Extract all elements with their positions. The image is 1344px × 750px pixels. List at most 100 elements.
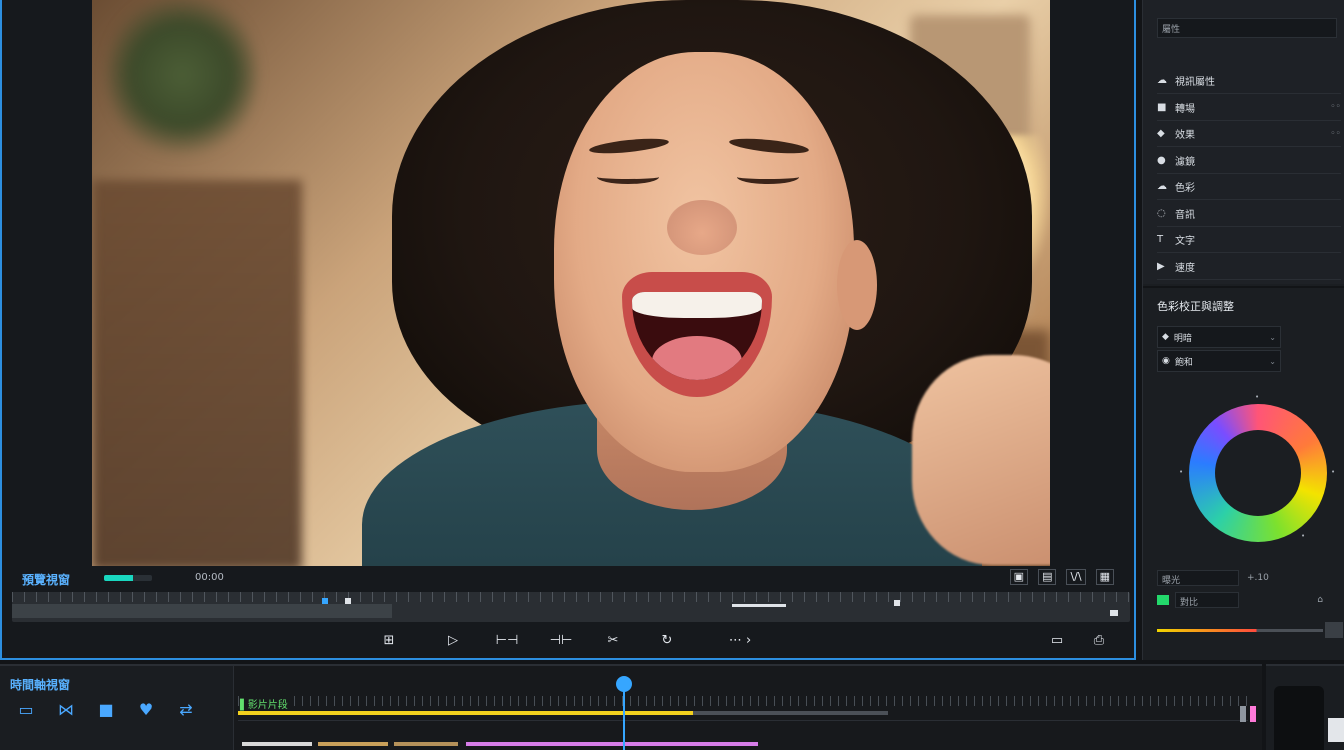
volume-handle[interactable] bbox=[1328, 718, 1344, 742]
scrub-out-marker[interactable] bbox=[894, 600, 900, 606]
video-track-gap[interactable] bbox=[693, 711, 888, 715]
home-icon[interactable]: ⌂ bbox=[1317, 595, 1323, 605]
scrub-track[interactable] bbox=[12, 592, 1130, 622]
property-label: 視訊屬性 bbox=[1175, 77, 1215, 88]
property-value: ◦◦ bbox=[1330, 128, 1341, 139]
color-correction-title: 色彩校正與調整 bbox=[1157, 300, 1234, 313]
property-label: 效果 bbox=[1175, 130, 1195, 141]
subject-teeth bbox=[632, 292, 762, 318]
property-row[interactable]: T 文字 bbox=[1157, 227, 1341, 253]
tone-dropdown[interactable]: ◆ 明暗 ⌄ bbox=[1157, 326, 1281, 348]
preview-progress-fill bbox=[104, 575, 133, 581]
clip-thumb[interactable] bbox=[242, 742, 312, 746]
diamond-icon: ◆ bbox=[1162, 332, 1169, 342]
play-button[interactable]: ▷ bbox=[442, 632, 464, 650]
subject-face bbox=[554, 52, 854, 472]
scrub-marker[interactable] bbox=[345, 598, 351, 604]
property-row[interactable]: ☁ 視訊屬性 bbox=[1157, 68, 1341, 94]
view-grid-button[interactable]: ▦ bbox=[1095, 569, 1114, 585]
preview-timecode: 00:00 bbox=[195, 572, 224, 583]
property-icon: ☁ bbox=[1157, 75, 1167, 86]
saturation-dropdown[interactable]: ◉ 飽和 ⌄ bbox=[1157, 350, 1281, 372]
properties-search[interactable]: 屬性 bbox=[1157, 18, 1337, 38]
audio-clip[interactable] bbox=[466, 742, 758, 746]
wheel-bottom-dot: • bbox=[1301, 532, 1306, 540]
in-point-button[interactable]: ⊢⊣ bbox=[494, 632, 520, 650]
background-shelf bbox=[92, 180, 302, 566]
subject-nose bbox=[667, 200, 737, 255]
video-viewer[interactable] bbox=[92, 0, 1050, 566]
timeline-tools: ▭ ⋈ ■ ♥ ⇄ bbox=[16, 700, 196, 719]
scrub-end-marker[interactable] bbox=[1110, 610, 1118, 616]
transport-controls: ⊞ ▷ ⊢⊣ ⊣⊢ ✂ ↻ ⋯ › ▭ ⎙ bbox=[2, 626, 1136, 658]
chevron-down-icon: ⌄ bbox=[1269, 356, 1276, 366]
snapshot-button[interactable]: ⎙ bbox=[1088, 632, 1110, 650]
contrast-swatch[interactable] bbox=[1157, 595, 1169, 605]
clip-thumb[interactable] bbox=[318, 742, 388, 746]
property-row[interactable]: ● 濾鏡 bbox=[1157, 148, 1341, 174]
property-row[interactable]: ☁ 色彩 bbox=[1157, 174, 1341, 200]
rotate-button[interactable]: ↻ bbox=[656, 632, 678, 650]
preview-window: 預覽視窗 00:00 ▣ ▤ \/\ ▦ ⊞ ▷ ⊢⊣ ⊣⊢ ✂ ↻ ⋯ › ▭… bbox=[0, 0, 1136, 660]
view-single-button[interactable]: ▣ bbox=[1009, 569, 1029, 585]
preview-label: 預覽視窗 bbox=[22, 573, 71, 587]
playhead[interactable] bbox=[623, 684, 625, 750]
exposure-field[interactable]: 曝光 bbox=[1157, 570, 1239, 586]
audio-meter bbox=[1274, 686, 1324, 750]
inspector-divider bbox=[1143, 286, 1344, 288]
property-row[interactable]: ◌ 音訊 bbox=[1157, 201, 1341, 227]
color-wheel[interactable] bbox=[1189, 404, 1327, 542]
property-row[interactable]: ■ 轉場 ◦◦ bbox=[1157, 95, 1341, 121]
property-label: 色彩 bbox=[1175, 183, 1195, 194]
more-button[interactable]: ⋯ › bbox=[714, 632, 766, 650]
property-icon: ■ bbox=[1157, 101, 1167, 113]
swap-icon[interactable]: ⇄ bbox=[176, 700, 196, 719]
slider-handle[interactable] bbox=[1325, 622, 1343, 638]
properties-section: 屬性 ☁ 視訊屬性 ■ 轉場 ◦◦ ◆ 效果 ◦◦ ● 濾鏡 ☁ 色彩 ◌ 音訊 T 文字 ▶ 速度 bbox=[1143, 0, 1344, 284]
scrub-range-marker[interactable] bbox=[732, 604, 786, 607]
property-label: 音訊 bbox=[1175, 209, 1195, 221]
track-end-markers bbox=[1240, 704, 1260, 724]
link-icon[interactable]: ⋈ bbox=[56, 700, 76, 719]
exposure-row: 曝光 +.10 bbox=[1157, 568, 1343, 588]
timeline-toolbar: 時間軸視窗 ▭ ⋈ ■ ♥ ⇄ bbox=[0, 666, 234, 750]
property-icon: ● bbox=[1157, 154, 1166, 166]
inspector-panel: 屬性 ☁ 視訊屬性 ■ 轉場 ◦◦ ◆ 效果 ◦◦ ● 濾鏡 ☁ 色彩 ◌ 音訊 T 文字 ▶ 速度 色彩校正與調… bbox=[1142, 0, 1344, 660]
track-icon[interactable]: ▭ bbox=[16, 700, 36, 719]
property-row[interactable]: ▶ 速度 bbox=[1157, 254, 1341, 280]
playhead-handle[interactable] bbox=[616, 676, 632, 692]
background-plant bbox=[107, 0, 257, 160]
property-label: 濾鏡 bbox=[1175, 156, 1195, 168]
subject-eye-left bbox=[597, 170, 659, 184]
property-icon: ◌ bbox=[1157, 207, 1166, 219]
subject-tongue bbox=[652, 336, 742, 380]
stop-icon[interactable]: ■ bbox=[96, 700, 116, 719]
contrast-row: 對比 ⌂ bbox=[1157, 590, 1343, 610]
exposure-value: +.10 bbox=[1247, 573, 1269, 583]
property-row[interactable]: ◆ 效果 ◦◦ bbox=[1157, 121, 1341, 147]
secondary-track[interactable] bbox=[238, 720, 1248, 746]
scrub-ticks bbox=[12, 592, 1130, 602]
out-point-button[interactable]: ⊣⊢ bbox=[548, 632, 574, 650]
view-split-button[interactable]: ▤ bbox=[1038, 569, 1057, 585]
view-buttons: ▣ ▤ \/\ ▦ bbox=[1009, 569, 1114, 585]
property-label: 速度 bbox=[1175, 262, 1195, 274]
timeline-ruler[interactable] bbox=[238, 696, 1248, 706]
wheel-right-dot: • bbox=[1331, 468, 1336, 476]
grid-button[interactable]: ⊞ bbox=[378, 632, 400, 650]
clip-thumb[interactable] bbox=[394, 742, 458, 746]
property-icon: ☁ bbox=[1157, 181, 1167, 192]
split-button[interactable]: ✂ bbox=[602, 632, 624, 650]
wheel-left-dot: • bbox=[1179, 468, 1184, 476]
property-icon: ◆ bbox=[1157, 128, 1165, 139]
property-label: 轉場 bbox=[1175, 103, 1195, 115]
contrast-field[interactable]: 對比 bbox=[1175, 592, 1239, 608]
wheel-top-dot: • bbox=[1255, 393, 1260, 401]
scrub-in-marker[interactable] bbox=[322, 598, 328, 604]
scrub-fill bbox=[12, 604, 392, 618]
view-waveform-button[interactable]: \/\ bbox=[1066, 569, 1086, 585]
fit-button[interactable]: ▭ bbox=[1046, 632, 1068, 650]
heart-icon[interactable]: ♥ bbox=[136, 700, 156, 719]
level-slider[interactable] bbox=[1157, 629, 1323, 632]
circle-icon: ◉ bbox=[1162, 356, 1170, 366]
